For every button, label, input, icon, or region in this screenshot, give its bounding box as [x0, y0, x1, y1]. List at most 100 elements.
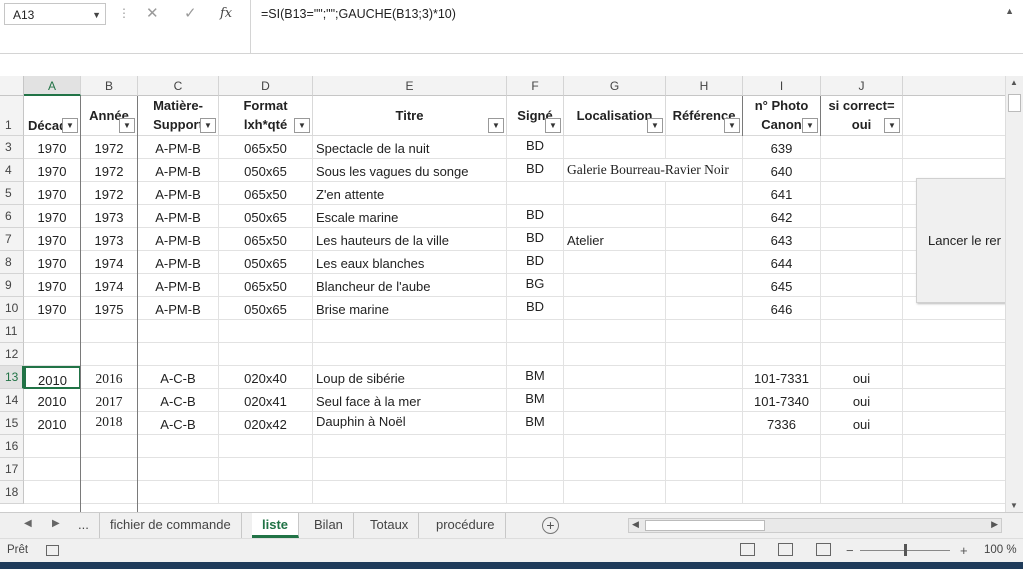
grid-cell[interactable] [666, 366, 743, 389]
column-header-h[interactable]: H [666, 76, 743, 96]
grid-cell[interactable]: 2010 [24, 412, 81, 435]
grid-cell[interactable]: 641 [743, 182, 821, 205]
grid-cell[interactable]: 020x40 [219, 366, 313, 389]
grid-cell[interactable] [81, 343, 138, 366]
row-header[interactable]: 16 [0, 435, 24, 458]
tab-liste[interactable]: liste [252, 513, 300, 538]
grid-cell[interactable]: BM [507, 366, 564, 389]
grid-cell[interactable] [821, 481, 903, 504]
grid-cell[interactable]: Blancheur de l'aube [313, 274, 507, 297]
grid-cell[interactable]: Sous les vagues du songe [313, 159, 507, 182]
grid-cell[interactable] [507, 343, 564, 366]
page-break-view-icon[interactable] [816, 543, 831, 556]
grid-cell[interactable]: 7336 [743, 412, 821, 435]
vertical-scrollbar[interactable]: ▲ ▼ [1005, 76, 1023, 512]
grid-cell[interactable]: Galerie Bourreau-Ravier Noir [564, 159, 743, 182]
grid-cell[interactable] [743, 435, 821, 458]
grid-cell[interactable] [821, 343, 903, 366]
column-header-f[interactable]: F [507, 76, 564, 96]
grid-cell[interactable]: 1974 [81, 251, 138, 274]
grid-cell[interactable]: 101-7340 [743, 389, 821, 412]
grid-cell[interactable]: 639 [743, 136, 821, 159]
grid-cell[interactable]: 646 [743, 297, 821, 320]
grid-cell[interactable] [821, 458, 903, 481]
filter-dropdown-icon[interactable]: ▼ [647, 118, 663, 133]
grid-cell[interactable] [821, 205, 903, 228]
grid-cell[interactable] [821, 297, 903, 320]
grid-cell[interactable] [666, 458, 743, 481]
empty-cell[interactable] [903, 389, 1005, 412]
tab-ellipsis[interactable]: ... [68, 513, 100, 538]
tab-fichier-de-commande[interactable]: fichier de commande [100, 513, 242, 538]
grid-cell[interactable] [313, 481, 507, 504]
grid-cell[interactable] [507, 481, 564, 504]
row-header[interactable]: 10 [0, 297, 24, 320]
grid-cell[interactable] [138, 458, 219, 481]
grid-cell[interactable] [666, 228, 743, 251]
scroll-thumb[interactable] [1008, 94, 1021, 112]
grid-cell[interactable]: Z'en attente [313, 182, 507, 205]
header-cell[interactable]: Format lxh*qté ▼ [219, 96, 313, 136]
grid-cell[interactable] [564, 366, 666, 389]
grid-cell[interactable]: A-C-B [138, 366, 219, 389]
grid-cell[interactable]: 1970 [24, 297, 81, 320]
grid-cell[interactable]: 1970 [24, 274, 81, 297]
macro-button[interactable]: Lancer le rer [916, 178, 1006, 303]
grid-cell[interactable]: Dauphin à Noël [313, 412, 507, 435]
grid-cell[interactable]: Les hauteurs de la ville [313, 228, 507, 251]
hscroll-thumb[interactable] [645, 520, 765, 531]
filter-dropdown-icon[interactable]: ▼ [545, 118, 561, 133]
formula-input[interactable]: =SI(B13="";"";GAUCHE(B13;3)*10) ▲ [250, 0, 1020, 53]
grid-cell[interactable]: A-PM-B [138, 274, 219, 297]
grid-cell[interactable]: oui [821, 412, 903, 435]
column-header-j[interactable]: J [821, 76, 903, 96]
grid-cell[interactable] [564, 182, 666, 205]
grid-cell[interactable] [507, 320, 564, 343]
grid-cell[interactable]: 1970 [24, 136, 81, 159]
page-layout-view-icon[interactable] [778, 543, 793, 556]
grid-cell[interactable]: 065x50 [219, 136, 313, 159]
grid-cell[interactable]: 644 [743, 251, 821, 274]
grid-cell[interactable] [564, 297, 666, 320]
scroll-left-icon[interactable]: ◀ [632, 519, 639, 530]
active-cell[interactable]: 2010 [24, 366, 81, 389]
grid-cell[interactable]: Atelier [564, 228, 666, 251]
tab-procedure[interactable]: procédure [426, 513, 506, 538]
grid-cell[interactable] [24, 481, 81, 504]
header-cell[interactable]: Année ▼ [81, 96, 138, 136]
grid-cell[interactable]: 1972 [81, 159, 138, 182]
column-header-d[interactable]: D [219, 76, 313, 96]
select-all-corner[interactable] [0, 76, 24, 96]
header-cell[interactable]: n° Photo Canon ▼ [743, 96, 821, 136]
row-header[interactable]: 5 [0, 182, 24, 205]
grid-cell[interactable]: BM [507, 389, 564, 412]
grid-cell[interactable] [564, 481, 666, 504]
grid-cell[interactable] [821, 228, 903, 251]
empty-cell[interactable] [903, 366, 1005, 389]
header-cell[interactable]: Matière- Support ▼ [138, 96, 219, 136]
grid-cell[interactable] [743, 481, 821, 504]
cancel-icon[interactable]: ✕ [146, 4, 159, 22]
grid-cell[interactable] [666, 481, 743, 504]
filter-dropdown-icon[interactable]: ▼ [62, 118, 78, 133]
row-header[interactable]: 9 [0, 274, 24, 297]
empty-cell[interactable] [903, 412, 1005, 435]
row-header[interactable]: 14 [0, 389, 24, 412]
row-header[interactable]: 1 [0, 96, 24, 136]
grid-cell[interactable]: 065x50 [219, 228, 313, 251]
grid-cell[interactable]: Escale marine [313, 205, 507, 228]
grid-cell[interactable]: 050x65 [219, 297, 313, 320]
grid-cell[interactable] [666, 251, 743, 274]
header-cell[interactable]: si correct= oui ▼ [821, 96, 903, 136]
zoom-out-button[interactable]: − [846, 543, 854, 558]
grid-cell[interactable] [24, 458, 81, 481]
row-header[interactable]: 6 [0, 205, 24, 228]
grid-cell[interactable] [138, 435, 219, 458]
grid-cell[interactable] [564, 412, 666, 435]
grid-cell[interactable] [821, 251, 903, 274]
row-header[interactable]: 13 [0, 366, 24, 389]
grid-cell[interactable]: BM [507, 412, 564, 435]
grid-cell[interactable]: 2017 [81, 389, 138, 412]
grid-cell[interactable] [666, 389, 743, 412]
grid-cell[interactable]: A-PM-B [138, 136, 219, 159]
